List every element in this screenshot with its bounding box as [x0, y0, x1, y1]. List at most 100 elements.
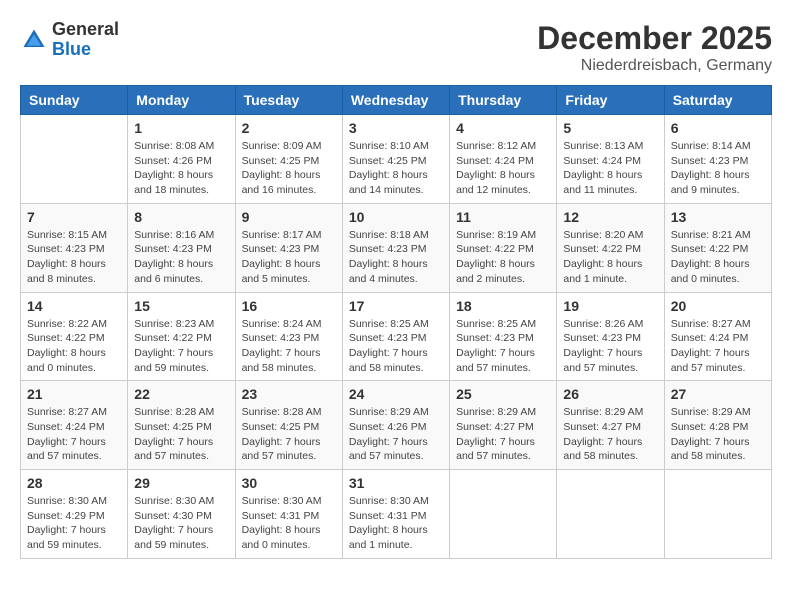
day-info: Sunrise: 8:19 AMSunset: 4:22 PMDaylight:… [456, 228, 550, 287]
day-number: 14 [27, 298, 121, 314]
day-info: Sunrise: 8:27 AMSunset: 4:24 PMDaylight:… [27, 405, 121, 464]
weekday-header: Friday [557, 86, 664, 115]
calendar-cell: 13 Sunrise: 8:21 AMSunset: 4:22 PMDayligh… [664, 203, 771, 292]
month-title: December 2025 [537, 20, 772, 57]
day-number: 26 [563, 386, 657, 402]
calendar-cell: 20 Sunrise: 8:27 AMSunset: 4:24 PMDayligh… [664, 292, 771, 381]
day-number: 13 [671, 209, 765, 225]
calendar-cell: 26 Sunrise: 8:29 AMSunset: 4:27 PMDayligh… [557, 381, 664, 470]
day-number: 4 [456, 120, 550, 136]
calendar-cell: 2Sunrise: 8:09 AMSunset: 4:25 PMDaylight… [235, 115, 342, 204]
calendar-cell: 30Sunrise: 8:30 AMSunset: 4:31 PMDayligh… [235, 470, 342, 559]
calendar-week-row: 21Sunrise: 8:27 AMSunset: 4:24 PMDayligh… [21, 381, 772, 470]
day-info: Sunrise: 8:30 AMSunset: 4:31 PMDaylight:… [349, 494, 443, 553]
day-number: 3 [349, 120, 443, 136]
calendar-cell [450, 470, 557, 559]
day-info: Sunrise: 8:29 AMSunset: 4:26 PMDaylight:… [349, 405, 443, 464]
calendar-week-row: 7 Sunrise: 8:15 AMSunset: 4:23 PMDaylight… [21, 203, 772, 292]
day-number: 15 [134, 298, 228, 314]
calendar-table: SundayMondayTuesdayWednesdayThursdayFrid… [20, 85, 772, 559]
calendar-cell: 9 Sunrise: 8:17 AMSunset: 4:23 PMDaylight… [235, 203, 342, 292]
location-title: Niederdreisbach, Germany [537, 57, 772, 75]
day-number: 1 [134, 120, 228, 136]
calendar-cell [664, 470, 771, 559]
calendar-cell: 10Sunrise: 8:18 AMSunset: 4:23 PMDayligh… [342, 203, 449, 292]
calendar-cell: 23 Sunrise: 8:28 AMSunset: 4:25 PMDayligh… [235, 381, 342, 470]
day-info: Sunrise: 8:29 AMSunset: 4:27 PMDaylight:… [563, 405, 657, 464]
calendar-cell: 3Sunrise: 8:10 AMSunset: 4:25 PMDaylight… [342, 115, 449, 204]
title-section: December 2025 Niederdreisbach, Germany [537, 20, 772, 75]
weekday-header: Thursday [450, 86, 557, 115]
calendar-cell: 12Sunrise: 8:20 AMSunset: 4:22 PMDayligh… [557, 203, 664, 292]
day-number: 23 [242, 386, 336, 402]
calendar-cell: 22 Sunrise: 8:28 AMSunset: 4:25 PMDayligh… [128, 381, 235, 470]
day-number: 6 [671, 120, 765, 136]
day-number: 17 [349, 298, 443, 314]
calendar-cell: 24Sunrise: 8:29 AMSunset: 4:26 PMDayligh… [342, 381, 449, 470]
day-info: Sunrise: 8:29 AMSunset: 4:28 PMDaylight:… [671, 405, 765, 464]
calendar-cell: 14 Sunrise: 8:22 AMSunset: 4:22 PMDayligh… [21, 292, 128, 381]
day-info: Sunrise: 8:08 AMSunset: 4:26 PMDaylight:… [134, 139, 228, 198]
day-info: Sunrise: 8:18 AMSunset: 4:23 PMDaylight:… [349, 228, 443, 287]
calendar-cell: 27 Sunrise: 8:29 AMSunset: 4:28 PMDayligh… [664, 381, 771, 470]
day-info: Sunrise: 8:24 AMSunset: 4:23 PMDaylight:… [242, 317, 336, 376]
day-info: Sunrise: 8:30 AMSunset: 4:29 PMDaylight:… [27, 494, 121, 553]
calendar-cell: 7 Sunrise: 8:15 AMSunset: 4:23 PMDaylight… [21, 203, 128, 292]
weekday-header: Saturday [664, 86, 771, 115]
day-number: 20 [671, 298, 765, 314]
day-number: 22 [134, 386, 228, 402]
calendar-cell: 6 Sunrise: 8:14 AMSunset: 4:23 PMDaylight… [664, 115, 771, 204]
calendar-cell: 28 Sunrise: 8:30 AMSunset: 4:29 PMDayligh… [21, 470, 128, 559]
day-info: Sunrise: 8:30 AMSunset: 4:30 PMDaylight:… [134, 494, 228, 553]
day-info: Sunrise: 8:29 AMSunset: 4:27 PMDaylight:… [456, 405, 550, 464]
calendar-cell: 4 Sunrise: 8:12 AMSunset: 4:24 PMDaylight… [450, 115, 557, 204]
day-info: Sunrise: 8:28 AMSunset: 4:25 PMDaylight:… [134, 405, 228, 464]
day-number: 11 [456, 209, 550, 225]
day-info: Sunrise: 8:21 AMSunset: 4:22 PMDaylight:… [671, 228, 765, 287]
weekday-header: Wednesday [342, 86, 449, 115]
day-info: Sunrise: 8:22 AMSunset: 4:22 PMDaylight:… [27, 317, 121, 376]
day-number: 9 [242, 209, 336, 225]
day-number: 8 [134, 209, 228, 225]
calendar-cell: 21Sunrise: 8:27 AMSunset: 4:24 PMDayligh… [21, 381, 128, 470]
day-info: Sunrise: 8:27 AMSunset: 4:24 PMDaylight:… [671, 317, 765, 376]
day-number: 27 [671, 386, 765, 402]
weekday-header: Monday [128, 86, 235, 115]
day-info: Sunrise: 8:13 AMSunset: 4:24 PMDaylight:… [563, 139, 657, 198]
calendar-cell: 16 Sunrise: 8:24 AMSunset: 4:23 PMDayligh… [235, 292, 342, 381]
day-info: Sunrise: 8:17 AMSunset: 4:23 PMDaylight:… [242, 228, 336, 287]
day-info: Sunrise: 8:25 AMSunset: 4:23 PMDaylight:… [456, 317, 550, 376]
day-number: 16 [242, 298, 336, 314]
weekday-header: Tuesday [235, 86, 342, 115]
day-number: 5 [563, 120, 657, 136]
calendar-cell [21, 115, 128, 204]
day-number: 18 [456, 298, 550, 314]
calendar-cell: 15 Sunrise: 8:23 AMSunset: 4:22 PMDayligh… [128, 292, 235, 381]
day-number: 29 [134, 475, 228, 491]
logo: General Blue [20, 20, 119, 60]
day-number: 28 [27, 475, 121, 491]
calendar-header-row: SundayMondayTuesdayWednesdayThursdayFrid… [21, 86, 772, 115]
day-info: Sunrise: 8:23 AMSunset: 4:22 PMDaylight:… [134, 317, 228, 376]
day-number: 2 [242, 120, 336, 136]
calendar-week-row: 14 Sunrise: 8:22 AMSunset: 4:22 PMDayligh… [21, 292, 772, 381]
day-info: Sunrise: 8:15 AMSunset: 4:23 PMDaylight:… [27, 228, 121, 287]
day-number: 31 [349, 475, 443, 491]
day-info: Sunrise: 8:12 AMSunset: 4:24 PMDaylight:… [456, 139, 550, 198]
day-info: Sunrise: 8:14 AMSunset: 4:23 PMDaylight:… [671, 139, 765, 198]
calendar-cell: 29 Sunrise: 8:30 AMSunset: 4:30 PMDayligh… [128, 470, 235, 559]
day-info: Sunrise: 8:28 AMSunset: 4:25 PMDaylight:… [242, 405, 336, 464]
calendar-cell: 5 Sunrise: 8:13 AMSunset: 4:24 PMDaylight… [557, 115, 664, 204]
day-info: Sunrise: 8:16 AMSunset: 4:23 PMDaylight:… [134, 228, 228, 287]
calendar-cell: 18 Sunrise: 8:25 AMSunset: 4:23 PMDayligh… [450, 292, 557, 381]
calendar-cell [557, 470, 664, 559]
day-info: Sunrise: 8:30 AMSunset: 4:31 PMDaylight:… [242, 494, 336, 553]
day-number: 7 [27, 209, 121, 225]
calendar-cell: 25 Sunrise: 8:29 AMSunset: 4:27 PMDayligh… [450, 381, 557, 470]
page-header: General Blue December 2025 Niederdreisba… [20, 20, 772, 75]
day-number: 25 [456, 386, 550, 402]
logo-icon [20, 26, 48, 54]
calendar-cell: 1 Sunrise: 8:08 AMSunset: 4:26 PMDaylight… [128, 115, 235, 204]
day-info: Sunrise: 8:26 AMSunset: 4:23 PMDaylight:… [563, 317, 657, 376]
weekday-header: Sunday [21, 86, 128, 115]
